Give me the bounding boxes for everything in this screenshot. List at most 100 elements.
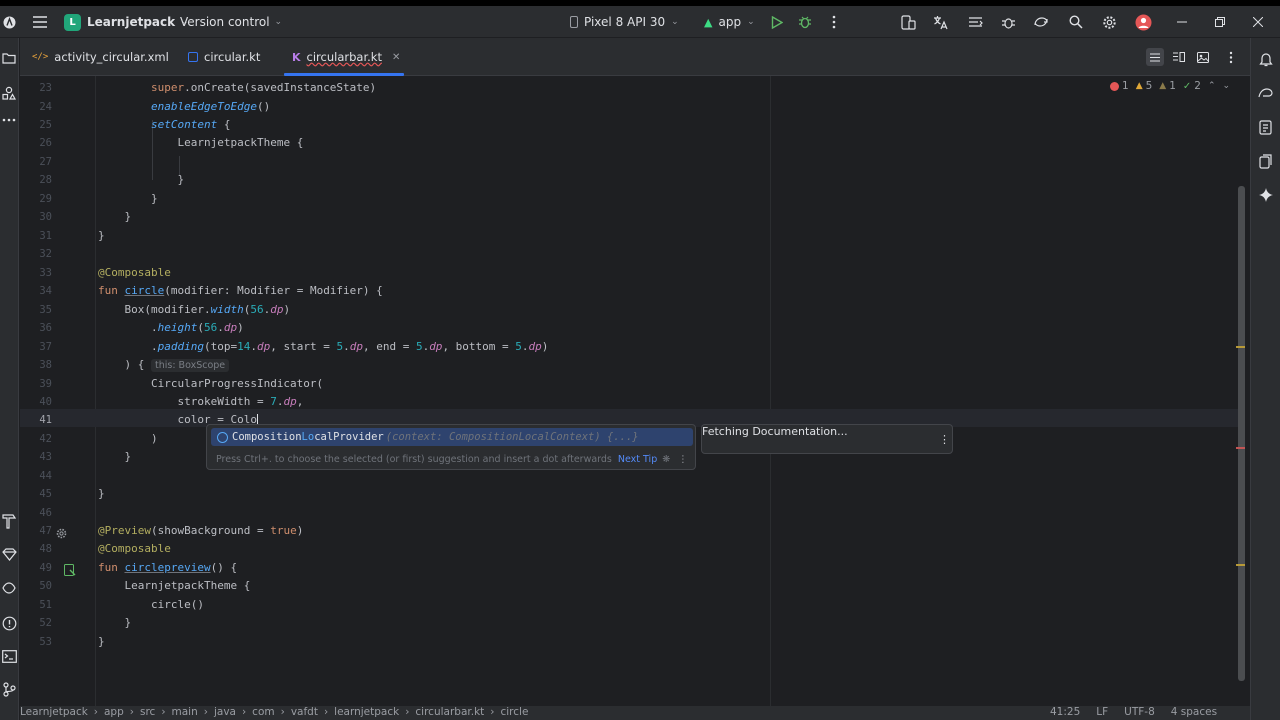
bug-icon[interactable] bbox=[998, 6, 1018, 38]
vertical-scrollbar[interactable] bbox=[1238, 186, 1245, 681]
git-branch-icon[interactable] bbox=[0, 682, 18, 697]
tab-circularbar-kt[interactable]: K circularbar.kt ✕ bbox=[292, 38, 400, 76]
gem-icon[interactable] bbox=[0, 548, 18, 561]
terminal-icon[interactable] bbox=[0, 650, 18, 663]
chevron-up-icon[interactable]: ⌃ bbox=[1208, 81, 1216, 91]
breadcrumb-item[interactable]: vafdt bbox=[291, 706, 318, 718]
next-tip-link[interactable]: Next Tip bbox=[618, 454, 657, 465]
breadcrumb-separator: › bbox=[161, 706, 166, 718]
close-tab-icon[interactable]: ✕ bbox=[392, 52, 400, 63]
typo-count: 2 bbox=[1194, 80, 1201, 92]
logcat-icon[interactable] bbox=[965, 6, 985, 38]
debug-icon[interactable] bbox=[796, 6, 814, 38]
run-config-selector[interactable]: ▲ app ⌄ bbox=[704, 6, 755, 38]
code-line-30: } bbox=[124, 210, 132, 223]
doc-more-icon[interactable]: ⋮ bbox=[939, 433, 950, 446]
tab-activity-circular-xml[interactable]: </> activity_circular.xml bbox=[32, 38, 169, 76]
sync-gradle-icon[interactable] bbox=[1031, 6, 1051, 38]
tab-label: circularbar.kt bbox=[306, 50, 382, 64]
breadcrumb-item[interactable]: main bbox=[172, 706, 198, 718]
kotlin-file-icon bbox=[188, 52, 198, 62]
design-view-icon[interactable] bbox=[1194, 48, 1212, 66]
caret-position[interactable]: 41:25 bbox=[1050, 706, 1080, 718]
device-selector[interactable]: Pixel 8 API 30 ⌄ bbox=[570, 6, 679, 38]
indent-setting[interactable]: 4 spaces bbox=[1171, 706, 1217, 718]
xml-icon: </> bbox=[32, 52, 49, 62]
settings-gear-icon[interactable] bbox=[1099, 6, 1119, 38]
device-manager-icon[interactable] bbox=[898, 6, 918, 38]
more-actions-icon[interactable] bbox=[826, 6, 842, 38]
tab-circular-kt[interactable]: circular.kt bbox=[188, 38, 260, 76]
left-tool-stripe bbox=[0, 38, 19, 720]
compose-preview-icon[interactable] bbox=[64, 561, 76, 580]
line-number: 49 bbox=[39, 562, 52, 574]
line-number: 51 bbox=[39, 599, 52, 611]
resource-manager-icon[interactable] bbox=[0, 86, 18, 100]
minimize-icon[interactable] bbox=[1172, 6, 1192, 38]
build-hammer-icon[interactable] bbox=[0, 514, 18, 529]
error-stripe-mark bbox=[1236, 447, 1245, 449]
breadcrumb-separator: › bbox=[490, 706, 495, 718]
breadcrumb-item[interactable]: java bbox=[214, 706, 236, 718]
vcs-widget[interactable]: Version control ⌄ bbox=[180, 6, 282, 38]
code-line-31: } bbox=[98, 229, 105, 242]
completion-name-match: Lo bbox=[301, 431, 315, 443]
restore-icon[interactable] bbox=[1210, 6, 1230, 38]
app-inspection-icon[interactable] bbox=[0, 582, 18, 595]
line-number: 26 bbox=[39, 137, 52, 149]
file-encoding[interactable]: UTF-8 bbox=[1124, 706, 1155, 718]
close-icon[interactable] bbox=[1248, 6, 1268, 38]
breadcrumb-item[interactable]: learnjetpack bbox=[334, 706, 399, 718]
running-devices-icon[interactable] bbox=[1251, 154, 1280, 169]
breadcrumb-separator: › bbox=[280, 706, 285, 718]
more-tools-icon[interactable] bbox=[0, 118, 18, 122]
tabs-more-icon[interactable] bbox=[1224, 48, 1238, 66]
error-icon bbox=[1110, 81, 1119, 91]
warning-icon: ▲ bbox=[1135, 81, 1143, 91]
gemini-sparkle-icon[interactable] bbox=[1251, 188, 1280, 202]
line-separator[interactable]: LF bbox=[1096, 706, 1108, 718]
gradle-icon[interactable] bbox=[1251, 86, 1280, 99]
project-widget[interactable]: L Learnjetpack ⌄ bbox=[64, 6, 189, 38]
line-number: 35 bbox=[39, 304, 52, 316]
breadcrumb-item[interactable]: com bbox=[252, 706, 274, 718]
project-folder-icon[interactable] bbox=[0, 52, 18, 64]
code-line-24: enableEdgeToEdge() bbox=[150, 100, 271, 113]
project-name: Learnjetpack bbox=[87, 15, 176, 29]
problems-icon[interactable] bbox=[0, 616, 18, 631]
breadcrumb-item[interactable]: Learnjetpack bbox=[20, 706, 88, 718]
inspection-widget[interactable]: 1 ▲ 5 ▲ 1 ✓ 2 ⌃ ⌄ bbox=[1110, 80, 1230, 92]
split-view-icon[interactable] bbox=[1170, 48, 1188, 66]
main-menu-icon[interactable] bbox=[30, 6, 50, 38]
code-line-23: super.onCreate(savedInstanceState) bbox=[150, 81, 377, 94]
search-icon[interactable] bbox=[1066, 6, 1086, 38]
code-line-43: } bbox=[124, 450, 132, 463]
chevron-down-icon: ⌄ bbox=[747, 17, 755, 27]
vcs-label: Version control bbox=[180, 15, 270, 29]
completion-more-icon[interactable]: ⋮ bbox=[678, 454, 688, 465]
code-line-50: LearnjetpackTheme { bbox=[124, 579, 251, 592]
doc-loading-text: Fetching Documentation... bbox=[702, 425, 848, 438]
breadcrumb-item[interactable]: circle bbox=[500, 706, 528, 718]
completion-item[interactable]: Composition Lo calProvider (context: Compo… bbox=[211, 428, 693, 446]
breadcrumb-item[interactable]: src bbox=[140, 706, 155, 718]
code-editor[interactable]: 1 ▲ 5 ▲ 1 ✓ 2 ⌃ ⌄ 23 24 25 26 27 28 29 30 31 32 33 34 3… bbox=[20, 76, 1245, 706]
breadcrumb-item[interactable]: circularbar.kt bbox=[415, 706, 484, 718]
notifications-bell-icon[interactable] bbox=[1251, 52, 1280, 67]
line-number: 32 bbox=[39, 248, 52, 260]
preview-gear-icon[interactable] bbox=[56, 524, 67, 543]
run-icon[interactable] bbox=[768, 6, 786, 38]
code-line-47: @Preview(showBackground = true) bbox=[98, 524, 304, 537]
android-icon: ▲ bbox=[704, 15, 713, 29]
code-line-53: } bbox=[98, 635, 105, 648]
breadcrumb-item[interactable]: app bbox=[104, 706, 124, 718]
code-view-icon[interactable] bbox=[1146, 48, 1164, 66]
device-file-explorer-icon[interactable] bbox=[1251, 120, 1280, 135]
chevron-down-icon[interactable]: ⌄ bbox=[1223, 81, 1231, 91]
line-number: 38 bbox=[39, 359, 52, 371]
kotlin-file-icon: K bbox=[292, 50, 301, 64]
inlay-hint: this: BoxScope bbox=[151, 359, 230, 372]
translate-icon[interactable] bbox=[931, 6, 951, 38]
code-line-51: circle() bbox=[150, 598, 204, 611]
account-avatar-icon[interactable] bbox=[1133, 6, 1153, 38]
